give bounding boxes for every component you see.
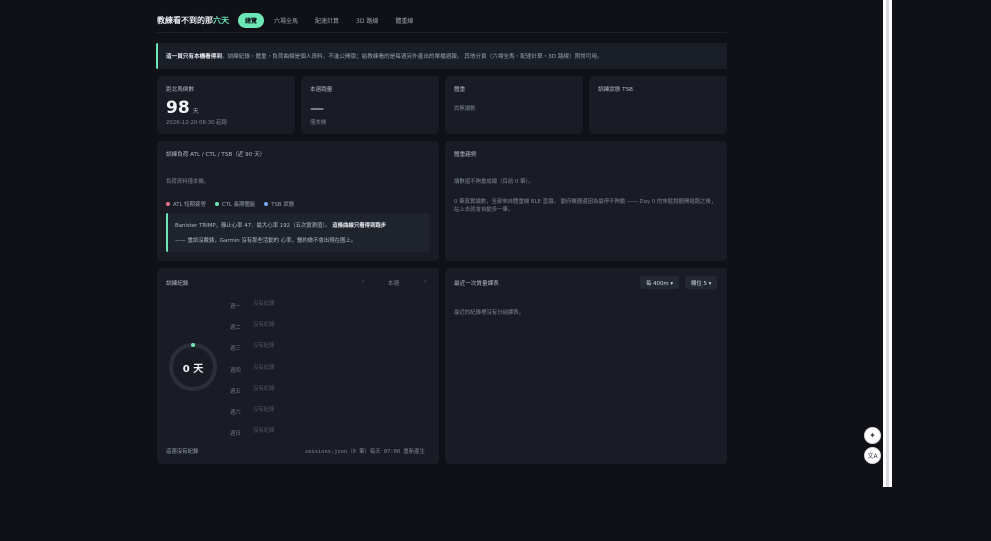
load-legend: ATL 短期疲勞 CTL 長期體能 TSB 狀態: [166, 200, 303, 208]
legend-ctl[interactable]: CTL 長期體能: [214, 200, 255, 208]
ctl-dot-icon: [214, 202, 219, 206]
split-distance-dropdown[interactable]: 每 400m ▾: [640, 276, 680, 289]
local-only-banner: 這一頁只有本機看得到 。訓練紀錄・體重・負荷曲線是個人資料，不進公開版；給教練看的…: [156, 43, 727, 69]
training-load-card: 訓練負荷 ATL / CTL / TSB（近 90 天） 負荷資料僅本機。 AT…: [157, 141, 439, 261]
tsb-card: 訓練狀態 TSB: [589, 76, 727, 134]
trimp-note: Banister TRIMP，靜止心率 47．最大心率 192（五次實測值）。 …: [166, 213, 430, 252]
weekly-mileage-card: 本週跑量 — 僅本機: [301, 76, 439, 134]
sparkle-icon: ✦: [869, 431, 876, 440]
list-item: 週日 沒有紀錄: [230, 428, 275, 438]
weight-description: 0 筆真實讀數，全部來自體重機 BLE 直讀。 動府機器還因為最停不夠動 —— …: [454, 199, 717, 213]
week-day-list: 週一 沒有紀錄 週二 沒有紀錄 週三 沒有紀錄 週四 沒有紀錄 週五 沒有紀錄 週六 沒有紀…: [230, 298, 275, 446]
atl-dot-icon: [166, 202, 170, 206]
legend-tsb[interactable]: TSB 狀態: [264, 200, 294, 208]
list-item: 週二 沒有紀錄: [230, 322, 275, 332]
legend-atl[interactable]: ATL 短期疲勞: [166, 200, 206, 208]
tsb-dot-icon: [264, 202, 269, 206]
tab-pace-calculator[interactable]: 配速計算: [308, 13, 346, 28]
quality-session-card: 最近一次質量課表 每 400m ▾ 欄位 5 ▾ 最近的紀錄裡沒有分組課表。: [445, 268, 727, 464]
training-footer-left: 這週沒有紀錄: [166, 449, 199, 455]
scroll-thumb[interactable]: [886, 0, 889, 487]
training-footer-right: sessions.json（0 筆）每天 07:00 重新產生: [305, 449, 425, 455]
top-nav: 教練看不到的那六天 總覽 六場全馬 配速計算 3D 路線 體重線: [157, 9, 727, 33]
list-item: 週三 沒有紀錄: [230, 343, 275, 353]
weight-card: 體重 尚無讀數: [445, 76, 583, 134]
weight-trend-card: 體重趨勢 讀數還不夠畫成線（目前 0 筆）。 0 筆真實讀數，全部來自體重機 B…: [445, 141, 727, 261]
tab-overview[interactable]: 總覽: [238, 13, 265, 28]
weekly-mileage-value: —: [310, 101, 324, 117]
columns-dropdown[interactable]: 欄位 5 ▾: [685, 276, 718, 289]
tab-weight-line[interactable]: 體重線: [388, 13, 420, 28]
countdown-card: 距北馬倒數 98 天 2026-12-20 06:30 起跑: [157, 76, 295, 134]
list-item: 週四 沒有紀錄: [230, 364, 275, 374]
tab-3d-route[interactable]: 3D 路線: [349, 13, 385, 28]
training-log-card: 訓練紀錄 ‹ 本週 › 0 天 週一 沒有紀錄 週二 沒有紀錄 週三 沒有紀錄 週四沒…: [157, 268, 439, 464]
sparkle-assist-button[interactable]: ✦: [864, 427, 881, 444]
next-week-button[interactable]: ›: [424, 279, 426, 285]
translate-icon: 文A: [867, 453, 878, 460]
tab-marathons[interactable]: 六場全馬: [267, 13, 305, 28]
list-item: 週一 沒有紀錄: [230, 301, 275, 310]
translate-button[interactable]: 文A: [864, 447, 881, 464]
list-item: 週五 沒有紀錄: [230, 385, 275, 395]
prev-week-button[interactable]: ‹: [362, 279, 364, 285]
brand-title: 教練看不到的那六天: [157, 16, 229, 25]
weekly-days-ring: 0 天: [167, 341, 219, 393]
week-label: 本週: [388, 281, 400, 287]
scrollbar[interactable]: [883, 0, 892, 487]
list-item: 週六 沒有紀錄: [230, 406, 275, 416]
countdown-value: 98 天: [166, 98, 199, 118]
